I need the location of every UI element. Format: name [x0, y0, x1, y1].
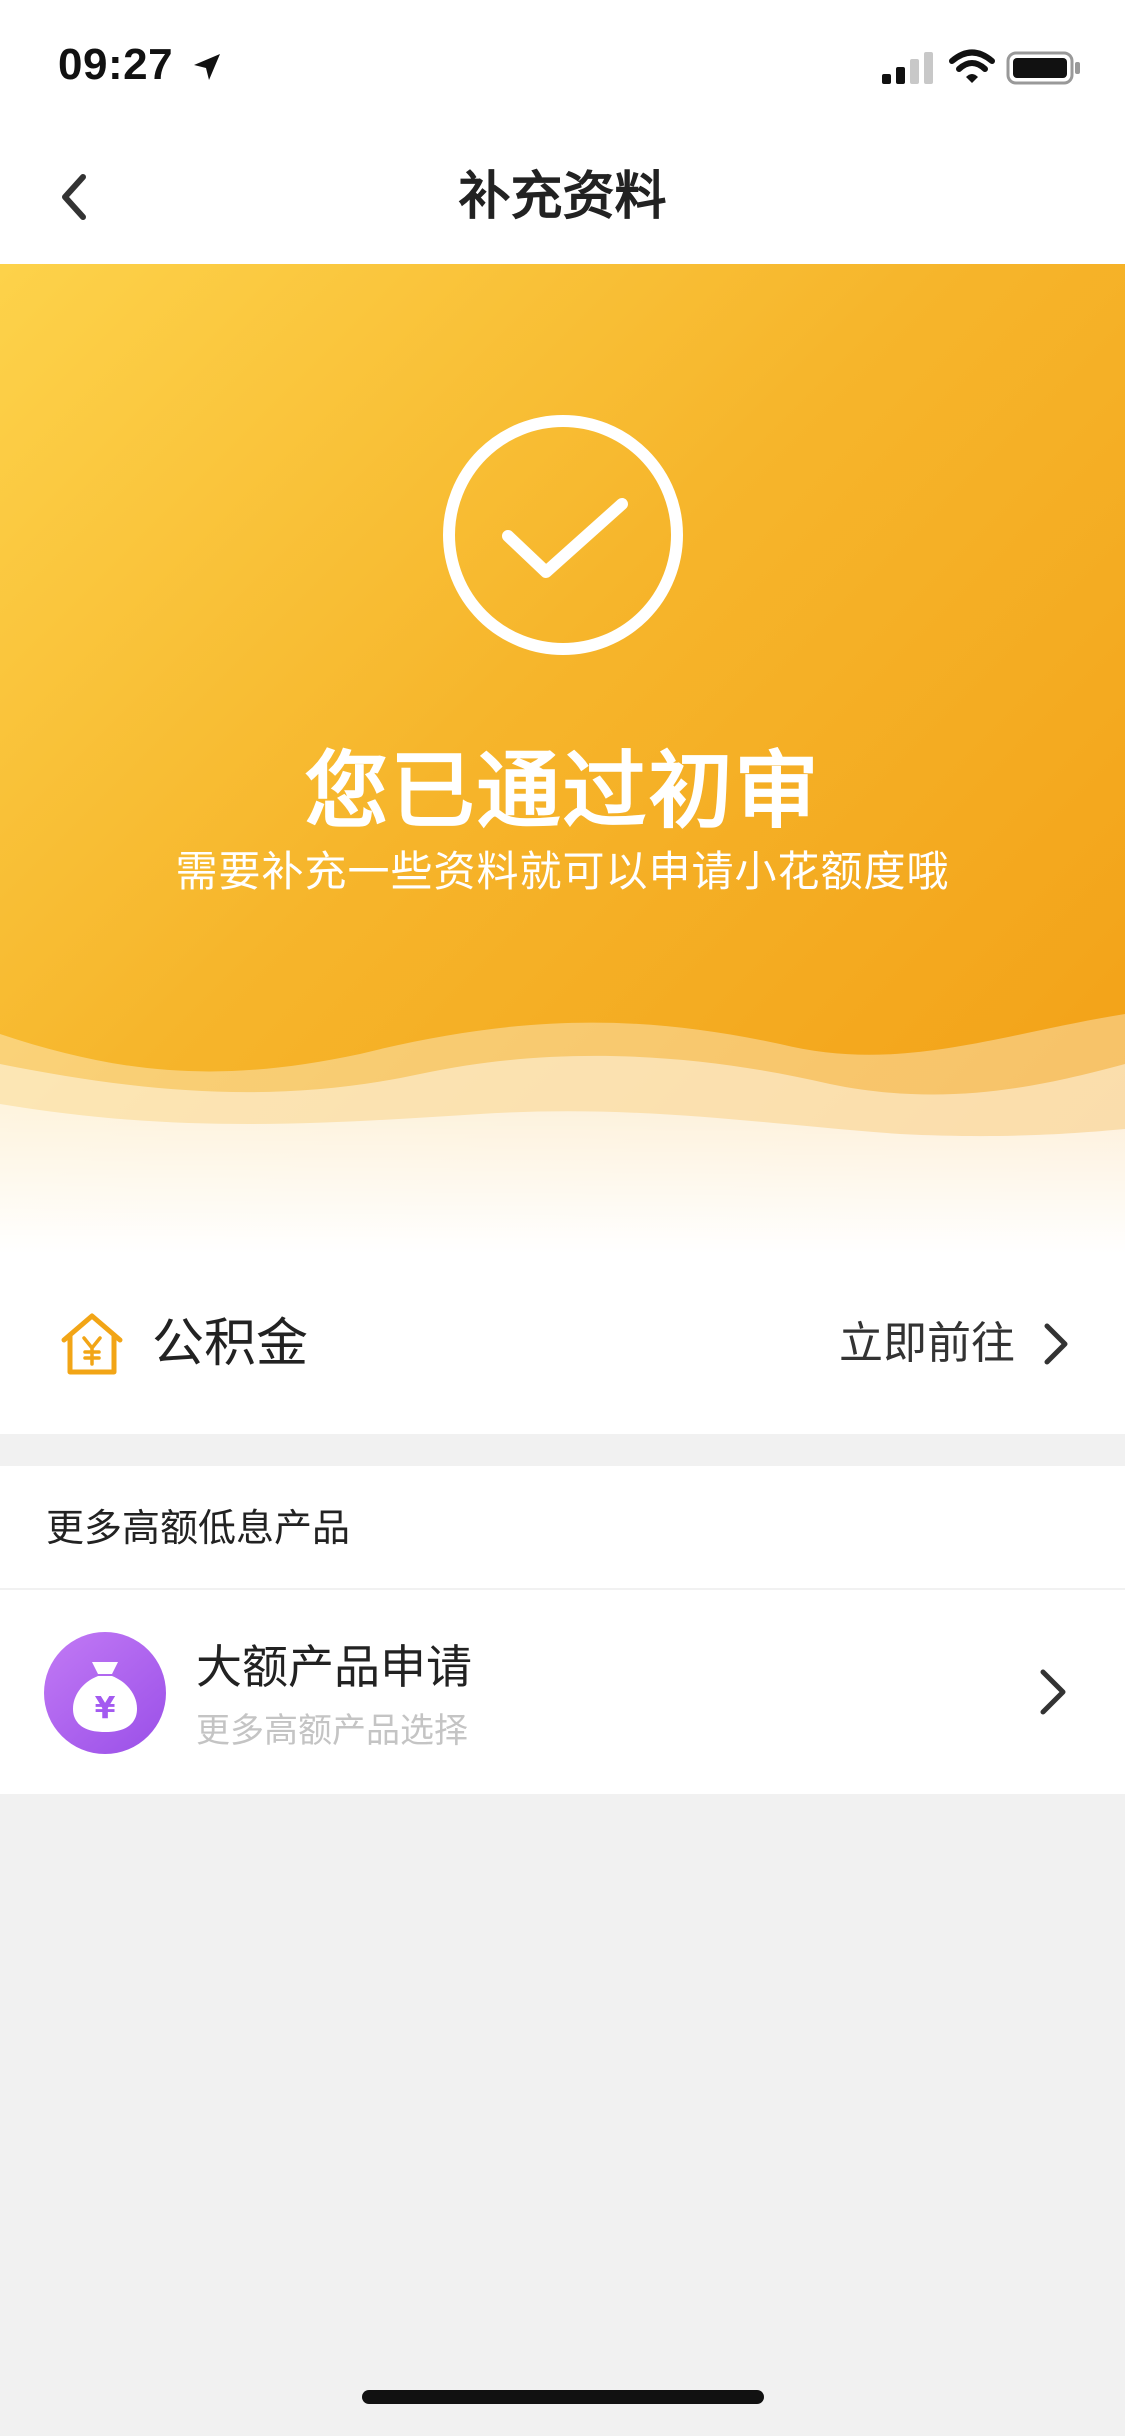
product-avatar: ¥ [44, 1632, 166, 1754]
location-arrow-icon [194, 54, 220, 80]
status-time: 09:27 [58, 40, 174, 89]
large-loan-product-row[interactable]: ¥ 大额产品申请 更多高额产品选择 [0, 1590, 1125, 1794]
chevron-right-icon [1044, 1323, 1068, 1365]
cellular-signal-icon [882, 52, 933, 84]
housing-fund-row[interactable]: 公积金 立即前往 [0, 1254, 1125, 1434]
wifi-icon [949, 49, 995, 83]
housing-fund-label: 公积金 [152, 1314, 309, 1374]
hero-wave-decoration [0, 1014, 1125, 1254]
hero-title: 您已通过初审 [304, 742, 821, 840]
hero-subtitle: 需要补充一些资料就可以申请小花额度哦 [175, 847, 950, 896]
battery-icon [1006, 51, 1080, 85]
house-yen-icon [61, 1313, 123, 1375]
go-now-link[interactable]: 立即前往 [839, 1310, 1015, 1378]
money-bag-icon: ¥ [73, 1662, 137, 1732]
product-subtitle: 更多高额产品选择 [196, 1711, 468, 1751]
home-indicator[interactable] [362, 2390, 764, 2404]
approval-hero-banner: 您已通过初审 需要补充一些资料就可以申请小花额度哦 [0, 264, 1125, 1254]
page-title: 补充资料 [458, 167, 667, 227]
navigation-bar: 补充资料 [0, 132, 1125, 264]
chevron-right-icon [1040, 1669, 1066, 1715]
money-bag-symbol: ¥ [95, 1691, 116, 1726]
section-title: 更多高额低息产品 [46, 1506, 351, 1550]
product-title: 大额产品申请 [196, 1640, 472, 1694]
check-circle-icon [443, 415, 683, 655]
more-products-section-header: 更多高额低息产品 [0, 1466, 1125, 1590]
status-bar: 09:27 [0, 0, 1125, 132]
